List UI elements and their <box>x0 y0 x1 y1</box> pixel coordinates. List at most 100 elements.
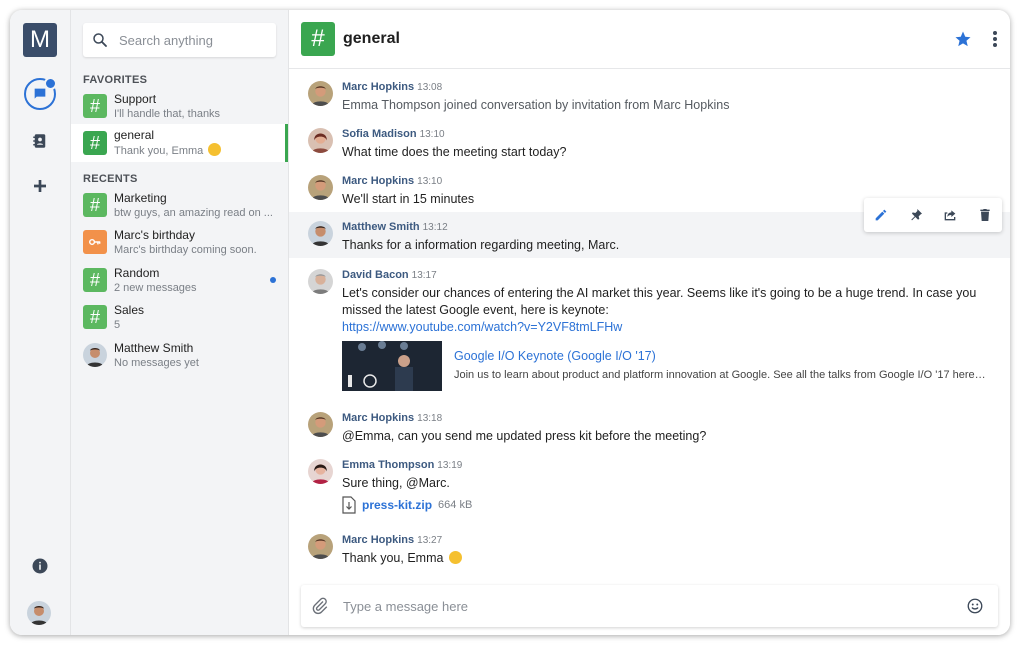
sidebar-item-matthew-smith[interactable]: Matthew Smith No messages yet <box>71 336 288 374</box>
message-time: 13:19 <box>437 460 463 471</box>
message-time: 13:27 <box>417 535 443 546</box>
recents-heading: RECENTS <box>83 173 138 185</box>
message-item: Marc Hopkins 13:18 @Emma, can you send me… <box>289 411 1010 447</box>
star-icon[interactable] <box>954 30 972 53</box>
message-text: What time does the meeting start today? <box>342 145 567 159</box>
sidebar-item-general[interactable]: # general Thank you, Emma <box>71 124 288 162</box>
conversation-name: general <box>114 128 155 142</box>
favorites-heading: FAVORITES <box>83 74 148 86</box>
conversation-panel: # general Marc Hopkins 13:08 Emma Thompso… <box>289 10 1010 635</box>
workspace-logo[interactable]: M <box>23 23 57 57</box>
file-name[interactable]: press-kit.zip <box>362 498 432 512</box>
app-rail: M <box>10 10 71 635</box>
search-input[interactable] <box>117 31 271 49</box>
user-avatar[interactable] <box>27 601 51 625</box>
edit-icon[interactable] <box>873 207 889 223</box>
message-author[interactable]: Matthew Smith <box>342 221 420 233</box>
conversation-name: Marc's birthday <box>114 227 195 242</box>
avatar <box>83 343 107 367</box>
message-time: 13:10 <box>417 176 443 187</box>
conversation-header: # general <box>289 10 1010 69</box>
info-icon <box>32 558 48 574</box>
conversation-name: Random <box>114 265 160 280</box>
message-link[interactable]: https://www.youtube.com/watch?v=Y2VF8tmL… <box>342 320 622 334</box>
sidebar-item-marcs-birthday[interactable]: Marc's birthday Marc's birthday coming s… <box>71 223 288 261</box>
attach-icon[interactable] <box>311 597 329 615</box>
add-nav-button[interactable] <box>22 168 58 204</box>
avatar <box>308 128 333 153</box>
avatar <box>308 175 333 200</box>
pin-icon[interactable] <box>908 207 924 223</box>
video-thumbnail[interactable] <box>342 341 442 391</box>
message-author[interactable]: Emma Thompson <box>342 459 434 471</box>
message-author[interactable]: Sofia Madison <box>342 128 417 140</box>
app-window: M Search anything FAVORITES # Support I'… <box>10 10 1010 635</box>
sidebar-item-support[interactable]: # Support I'll handle that, thanks <box>71 87 288 125</box>
unread-dot <box>270 277 276 283</box>
message-text: Thank you, Emma <box>342 550 980 567</box>
avatar <box>308 221 333 246</box>
hash-icon: # <box>83 193 107 217</box>
preview-description: Join us to learn about product and platf… <box>454 369 986 381</box>
share-icon[interactable] <box>942 207 958 223</box>
avatar <box>308 534 333 559</box>
conversation-name: Support <box>114 91 157 106</box>
message-input[interactable] <box>341 597 966 615</box>
chats-nav-button[interactable] <box>22 76 58 112</box>
conversation-preview: I'll handle that, thanks <box>114 107 221 120</box>
message-text: Let's consider our chances of entering t… <box>342 286 977 334</box>
message-text: Emma Thompson joined conversation by inv… <box>342 98 730 112</box>
trash-icon[interactable] <box>977 207 993 223</box>
hash-icon: # <box>83 268 107 292</box>
message-author[interactable]: Marc Hopkins <box>342 175 414 187</box>
message-time: 13:08 <box>417 82 443 93</box>
message-item: Sofia Madison 13:10 What time does the me… <box>289 127 1010 163</box>
more-options-icon[interactable] <box>992 30 998 53</box>
conversation-preview: Thank you, Emma <box>114 143 274 158</box>
conversation-name: Matthew Smith <box>114 340 194 355</box>
link-preview-card[interactable]: Google I/O Keynote (Google I/O '17) Join… <box>342 341 986 391</box>
message-item: Emma Thompson 13:19 Sure thing, @Marc. pr… <box>289 458 1010 522</box>
message-author[interactable]: Marc Hopkins <box>342 81 414 93</box>
message-time: 13:10 <box>419 129 445 140</box>
avatar <box>308 81 333 106</box>
message-composer <box>301 585 998 627</box>
message-author[interactable]: Marc Hopkins <box>342 412 414 424</box>
message-time: 13:12 <box>422 222 448 233</box>
search-box[interactable] <box>83 23 276 57</box>
preview-title[interactable]: Google I/O Keynote (Google I/O '17) <box>454 349 656 363</box>
avatar <box>308 269 333 294</box>
file-attachment[interactable]: press-kit.zip 664 kB <box>342 496 472 514</box>
message-item: Marc Hopkins 13:27 Thank you, Emma <box>289 533 1010 569</box>
avatar <box>308 459 333 484</box>
conversation-sidebar: FAVORITES # Support I'll handle that, th… <box>71 10 289 635</box>
sidebar-item-marketing[interactable]: # Marketing btw guys, an amazing read on… <box>71 186 288 224</box>
file-size: 664 kB <box>438 499 473 511</box>
channel-hash-icon: # <box>301 22 335 56</box>
message-author[interactable]: Marc Hopkins <box>342 534 414 546</box>
hash-icon: # <box>83 305 107 329</box>
message-actions-toolbar <box>864 198 1002 232</box>
message-time: 13:17 <box>411 270 437 281</box>
message-text: Sure thing, @Marc. <box>342 476 450 490</box>
emoji-picker-icon[interactable] <box>966 597 984 615</box>
message-item-hovered: Matthew Smith 13:12 Thanks for a informat… <box>289 198 1010 258</box>
info-nav-button[interactable] <box>22 548 58 584</box>
avatar <box>308 412 333 437</box>
conversation-name: Marketing <box>114 190 167 205</box>
message-list: Marc Hopkins 13:08 Emma Thompson joined c… <box>289 69 1010 575</box>
conversation-preview: No messages yet <box>114 356 199 369</box>
conversation-preview: 5 <box>114 318 121 331</box>
contacts-nav-button[interactable] <box>22 123 58 159</box>
sidebar-item-sales[interactable]: # Sales 5 <box>71 298 288 336</box>
message-item: Marc Hopkins 13:08 Emma Thompson joined c… <box>289 80 1010 116</box>
file-download-icon <box>342 496 356 514</box>
conversation-preview: Marc's birthday coming soon. <box>114 243 257 256</box>
message-item: David Bacon 13:17 Let's consider our chan… <box>289 268 1010 400</box>
smile-emoji-icon <box>448 551 462 564</box>
key-icon <box>83 230 107 254</box>
message-author[interactable]: David Bacon <box>342 269 409 281</box>
message-text: Thanks for a information regarding meeti… <box>342 238 620 252</box>
sidebar-item-random[interactable]: # Random 2 new messages <box>71 261 288 299</box>
hash-icon: # <box>83 131 107 155</box>
